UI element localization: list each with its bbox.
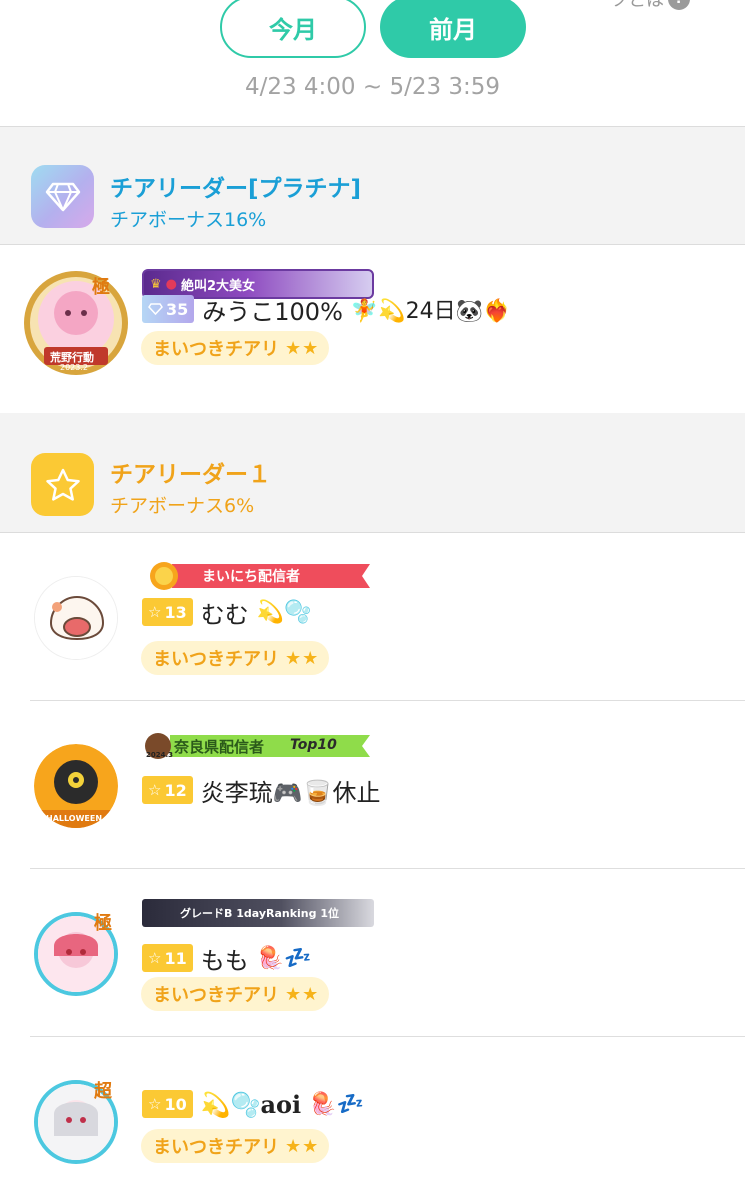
- profile-badge: 奈良県配信者 Top10 2024.3: [142, 731, 374, 761]
- avatar-mark: 極: [94, 913, 112, 934]
- question-icon: ?: [668, 0, 690, 10]
- name-emoji: 💫🫧: [256, 599, 312, 625]
- avatar-year: 2023.2: [60, 363, 88, 372]
- badge-label: グレードB 1dayRanking 1位: [180, 907, 339, 920]
- chip-label: まいつきチアリ: [153, 985, 279, 1006]
- badge-year: 2024.3: [146, 751, 174, 759]
- name-emoji: 🧚💫24日🐼❤️‍🔥: [350, 299, 511, 324]
- star-icon: ☆: [148, 603, 162, 621]
- section-bonus: チアボーナス6%: [110, 495, 255, 517]
- avatar-mark: 極: [92, 277, 110, 298]
- entry-line: ☆ 10 💫🫧aoi 🪼💤: [142, 1087, 364, 1121]
- star-icon: ★★: [285, 983, 320, 1005]
- monthly-cheer-chip: まいつきチアリ ★★: [141, 641, 330, 675]
- badge-label: 奈良県配信者: [174, 738, 265, 756]
- list-item[interactable]: まいにち配信者 ☆ 13 むむ 💫🫧 まいつきチアリ ★★: [0, 533, 745, 701]
- avatar-mark: 超: [94, 1081, 112, 1102]
- help-link[interactable]: ツとは ?: [610, 0, 690, 12]
- star-icon: [31, 453, 94, 516]
- user-name: 炎李琉🎮🥃休止: [200, 778, 381, 807]
- level-badge: ☆ 12: [142, 776, 193, 804]
- profile-badge: まいにち配信者: [142, 561, 374, 591]
- name-emoji: 🪼💤: [256, 945, 312, 971]
- user-name: 💫🫧aoi: [200, 1089, 302, 1119]
- monthly-cheer-chip: まいつきチアリ ★★: [141, 977, 330, 1011]
- list-item[interactable]: 極 グレードB 1dayRanking 1位 ☆ 11 もも 🪼💤 まいつきチア…: [0, 869, 745, 1037]
- entry-line: 35 みうこ100% 🧚💫24日🐼❤️‍🔥: [142, 292, 510, 326]
- top-bar: 今月 前月 ツとは ? 4/23 4:00 ~ 5/23 3:59: [0, 0, 745, 126]
- star-icon: ☆: [148, 781, 162, 799]
- name-emoji: 🪼💤: [309, 1091, 364, 1117]
- level-value: 10: [164, 1094, 187, 1114]
- list-item[interactable]: HALLOWEEN 奈良県配信者 Top10 2024.3 ☆ 12 炎李琉🎮🥃…: [0, 701, 745, 869]
- user-name: むむ: [200, 600, 249, 629]
- entry-line: ☆ 13 むむ 💫🫧: [142, 595, 312, 629]
- level-badge: ☆ 13: [142, 598, 193, 626]
- lips-icon: ●: [165, 276, 177, 292]
- diamond-icon: [31, 165, 94, 228]
- user-name: もも: [200, 946, 249, 975]
- entry-line: ☆ 12 炎李琉🎮🥃休止: [142, 773, 380, 807]
- star-icon: ★★: [285, 647, 320, 669]
- diamond-icon: [148, 303, 163, 315]
- user-name: みうこ100%: [202, 297, 343, 326]
- profile-badge: グレードB 1dayRanking 1位: [142, 899, 374, 927]
- level-badge: ☆ 11: [142, 944, 193, 972]
- section-title: チアリーダー[プラチナ]: [110, 176, 362, 202]
- monthly-cheer-chip: まいつきチアリ ★★: [141, 331, 330, 365]
- section-header-platinum: チアリーダー[プラチナ] チアボーナス16%: [0, 127, 745, 245]
- monthly-cheer-chip: まいつきチアリ ★★: [141, 1129, 330, 1163]
- badge-extra: Top10: [290, 737, 337, 753]
- star-icon: ★★: [285, 337, 320, 359]
- list-item[interactable]: 超 ☆ 10 💫🫧aoi 🪼💤 まいつきチアリ ★★: [0, 1037, 745, 1200]
- level-badge: ☆ 10: [142, 1090, 193, 1118]
- help-label: ツとは: [610, 0, 664, 11]
- level-value: 11: [164, 948, 187, 968]
- avatar: [34, 576, 118, 660]
- chip-label: まいつきチアリ: [153, 339, 279, 360]
- list-item[interactable]: 極 荒野行動 2023.2 ♛ ● 絶叫2大美女 35 みうこ100% 🧚💫24…: [0, 245, 745, 413]
- star-icon: ☆: [148, 1095, 162, 1113]
- level-value: 35: [166, 299, 189, 319]
- badge-label: まいにち配信者: [202, 569, 300, 585]
- tab-this-month[interactable]: 今月: [220, 0, 366, 58]
- period-range: 4/23 4:00 ~ 5/23 3:59: [244, 74, 501, 100]
- avatar-caption: HALLOWEEN: [46, 814, 103, 823]
- section-bonus: チアボーナス16%: [110, 209, 267, 231]
- tab-last-month[interactable]: 前月: [380, 0, 526, 58]
- chip-label: まいつきチアリ: [153, 1137, 279, 1158]
- star-icon: ☆: [148, 949, 162, 967]
- chip-label: まいつきチアリ: [153, 649, 279, 670]
- level-value: 12: [164, 780, 187, 800]
- entry-line: ☆ 11 もも 🪼💤: [142, 941, 312, 975]
- level-badge: 35: [142, 295, 195, 323]
- star-icon: ★★: [285, 1135, 320, 1157]
- section-title: チアリーダー１: [110, 462, 271, 488]
- crown-icon: ♛: [150, 276, 162, 292]
- level-value: 13: [164, 602, 187, 622]
- section-header-leader1: チアリーダー１ チアボーナス6%: [0, 413, 745, 533]
